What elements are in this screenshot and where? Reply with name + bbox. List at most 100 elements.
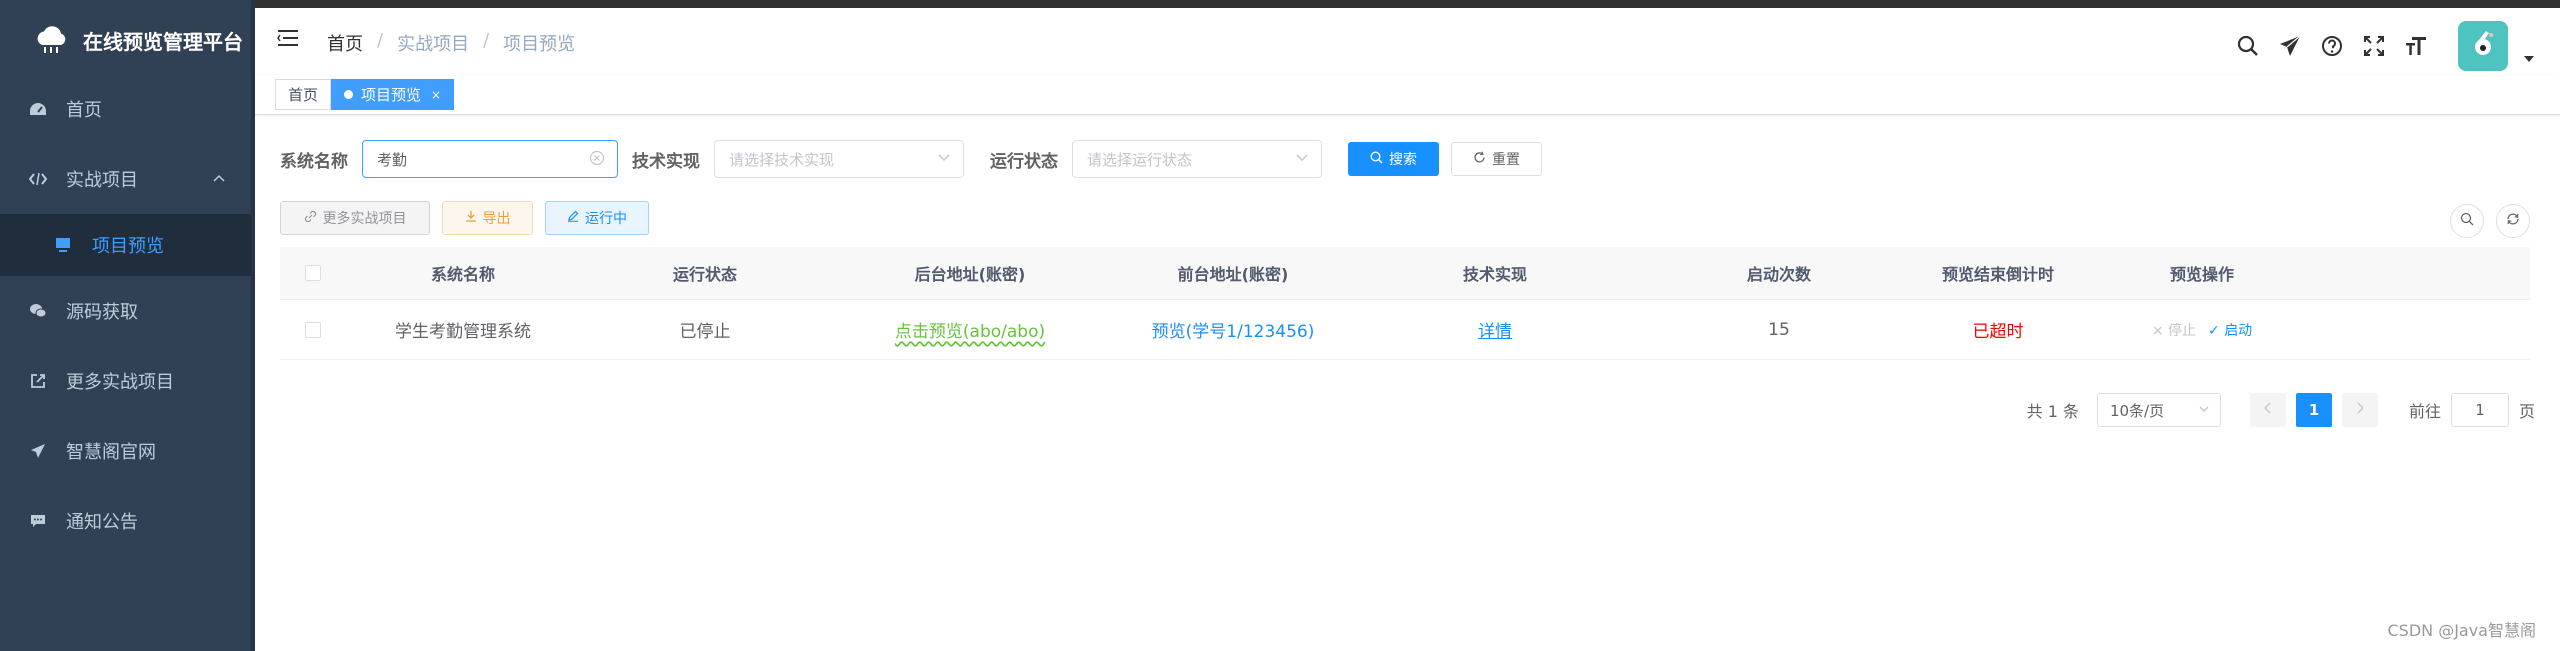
chevron-up-icon <box>213 170 225 186</box>
pagination-total: 共 1 条 <box>2026 402 2079 421</box>
page-number-button[interactable]: 1 <box>2295 393 2332 427</box>
sidebar-item-label: 项目预览 <box>92 236 164 257</box>
goto-suffix: 页 <box>2518 402 2535 421</box>
sidebar-item-notice[interactable]: 通知公告 <box>0 486 251 556</box>
watermark: CSDN @Java智慧阁 <box>2387 621 2536 640</box>
download-icon <box>465 210 477 226</box>
sidebar-item-website[interactable]: 智慧阁官网 <box>0 416 251 486</box>
system-name-label: 系统名称 <box>280 151 348 172</box>
sidebar-item-projects[interactable]: 实战项目 <box>0 144 251 214</box>
table-row[interactable]: 学生考勤管理系统 已停止 点击预览(abo/abo) 预览(学号1/123456… <box>280 300 2530 360</box>
hamburger-icon[interactable] <box>277 28 299 50</box>
navbar-right-menu <box>2236 16 2560 76</box>
tag-home[interactable]: 首页 <box>275 79 332 110</box>
toggle-search-button[interactable] <box>2450 204 2484 238</box>
stop-label: 停止 <box>2168 322 2196 339</box>
user-avatar[interactable] <box>2458 21 2508 71</box>
column-header: 启动次数 <box>1746 265 1811 284</box>
font-size-icon[interactable] <box>2404 34 2428 58</box>
sidebar-item-label: 实战项目 <box>66 170 138 191</box>
app-logo-area[interactable]: 在线预览管理平台 <box>0 8 250 72</box>
breadcrumb-separator: / <box>377 30 384 51</box>
clear-icon[interactable] <box>589 150 605 170</box>
search-icon <box>1370 150 1383 168</box>
backend-preview-link[interactable]: 点击预览(abo/abo) <box>895 317 1045 342</box>
sidebar-item-source[interactable]: 源码获取 <box>0 276 251 346</box>
goto-page-input[interactable]: 1 <box>2450 393 2509 427</box>
projects-table: 系统名称 运行状态 后台地址(账密) 前台地址(账密) 技术实现 启动次数 预览… <box>280 247 2530 360</box>
more-projects-button[interactable]: 更多实战项目 <box>280 201 430 235</box>
column-header: 运行状态 <box>672 265 737 284</box>
start-button[interactable]: ✓ 启动 <box>2208 320 2252 340</box>
send-icon[interactable] <box>2278 34 2302 58</box>
external-link-icon <box>28 371 48 391</box>
running-label: 运行中 <box>585 211 627 227</box>
running-button[interactable]: 运行中 <box>545 201 649 235</box>
export-button[interactable]: 导出 <box>442 201 533 235</box>
export-label: 导出 <box>482 211 511 227</box>
sidebar-item-more-projects[interactable]: 更多实战项目 <box>0 346 251 416</box>
select-all-checkbox[interactable] <box>305 265 321 281</box>
page-size-select[interactable]: 10条/页 <box>2096 393 2221 427</box>
breadcrumb: 首页 / 实战项目 / 项目预览 <box>327 30 575 56</box>
stop-button[interactable]: × 停止 <box>2152 320 2196 340</box>
start-label: 启动 <box>2224 322 2253 339</box>
code-icon <box>28 169 48 189</box>
reset-button[interactable]: 重置 <box>1451 142 1542 176</box>
help-icon[interactable] <box>2320 34 2344 58</box>
breadcrumb-separator: / <box>483 30 490 51</box>
app-title: 在线预览管理平台 <box>83 29 243 54</box>
column-header: 系统名称 <box>430 265 495 284</box>
countdown-cell: 已超时 <box>1972 322 2024 342</box>
close-icon: × <box>2151 322 2164 339</box>
sidebar-item-project-preview[interactable]: 项目预览 <box>0 214 251 276</box>
pagination: 共 1 条 10条/页 1 前往 1 页 <box>2027 393 2535 427</box>
system-name-cell: 学生考勤管理系统 <box>395 322 531 342</box>
frontend-preview-link[interactable]: 预览(学号1/123456) <box>1152 317 1315 342</box>
tech-select[interactable]: 请选择技术实现 <box>714 140 964 178</box>
search-icon[interactable] <box>2236 34 2260 58</box>
system-name-value: 考勤 <box>377 150 408 169</box>
reset-button-label: 重置 <box>1492 152 1520 168</box>
navbar: 首页 / 实战项目 / 项目预览 <box>255 0 2560 75</box>
refresh-icon <box>2506 212 2520 230</box>
sidebar-item-label: 智慧阁官网 <box>66 442 156 463</box>
tags-view: 首页 项目预览 × <box>255 75 2560 115</box>
more-projects-label: 更多实战项目 <box>322 211 407 227</box>
send-icon <box>28 441 48 461</box>
check-icon: ✓ <box>2208 322 2220 339</box>
tag-project-preview[interactable]: 项目预览 × <box>331 79 455 110</box>
chevron-down-icon <box>2198 403 2210 418</box>
status-label: 运行状态 <box>990 151 1058 172</box>
select-all-cell <box>280 265 346 281</box>
frontend-cell: 预览(学号1/123456) <box>1110 317 1356 342</box>
active-dot-icon <box>344 90 353 99</box>
close-icon[interactable]: × <box>431 88 441 102</box>
column-header: 后台地址(账密) <box>914 265 1026 284</box>
system-name-input[interactable]: 考勤 <box>362 140 618 178</box>
sidebar-item-home[interactable]: 首页 <box>0 74 251 144</box>
caret-down-icon[interactable] <box>2524 51 2534 65</box>
link-icon <box>304 210 317 227</box>
refresh-button[interactable] <box>2496 204 2530 238</box>
breadcrumb-current: 项目预览 <box>503 34 576 55</box>
chevron-right-icon <box>2355 402 2365 418</box>
page-jumper: 前往 1 页 <box>2409 393 2535 427</box>
column-header: 预览操作 <box>2169 265 2234 284</box>
next-page-button[interactable] <box>2341 393 2378 427</box>
column-header: 预览结束倒计时 <box>1941 265 2054 284</box>
search-button[interactable]: 搜索 <box>1348 142 1439 176</box>
backend-cell: 点击预览(abo/abo) <box>830 317 1110 342</box>
breadcrumb-home[interactable]: 首页 <box>327 30 363 56</box>
tech-details-link[interactable]: 详情 <box>1478 317 1512 342</box>
row-checkbox[interactable] <box>305 321 321 338</box>
breadcrumb-projects: 实战项目 <box>397 34 470 55</box>
sidebar-item-label: 更多实战项目 <box>66 372 174 393</box>
prev-page-button[interactable] <box>2249 393 2286 427</box>
status-select[interactable]: 请选择运行状态 <box>1072 140 1322 178</box>
page-size-value: 10条/页 <box>2109 401 2165 420</box>
chevron-down-icon <box>937 150 951 168</box>
fullscreen-icon[interactable] <box>2362 34 2386 58</box>
start-count-cell: 15 <box>1768 319 1790 340</box>
message-icon <box>28 511 48 531</box>
